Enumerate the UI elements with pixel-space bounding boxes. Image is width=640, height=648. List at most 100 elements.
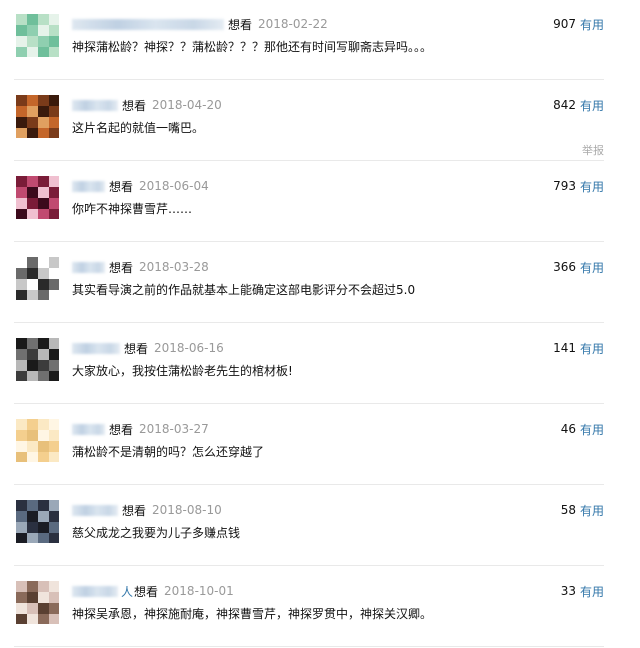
vote-area: 907 有用 <box>553 16 604 32</box>
avatar-pixel <box>38 360 49 371</box>
useful-button[interactable]: 有用 <box>580 583 604 600</box>
username-blurred[interactable] <box>72 18 224 30</box>
avatar-pixel <box>16 36 27 47</box>
avatar-pixel <box>38 430 49 441</box>
avatar-pixel <box>49 268 59 279</box>
avatar-pixel <box>49 128 59 138</box>
vote-count: 842 <box>553 98 576 112</box>
username-blurred[interactable] <box>72 180 105 192</box>
comment-text: 其实看导演之前的作品就基本上能确定这部电影评分不会超过5.0 <box>72 283 416 297</box>
comment-text: 慈父成龙之我要为儿子多赚点钱 <box>72 526 241 540</box>
username-blurred[interactable] <box>72 504 118 516</box>
avatar-pixel <box>38 47 49 57</box>
user-avatar[interactable] <box>16 257 59 300</box>
comment-text: 神探吴承恩，神探施耐庵，神探曹雪芹，神探罗贯中，神探关汉卿。 <box>72 607 433 621</box>
user-avatar[interactable] <box>16 500 59 543</box>
user-avatar[interactable] <box>16 419 59 462</box>
comment-item: 想看 2018-08-10 慈父成龙之我要为儿子多赚点钱 58 有用 <box>0 486 640 567</box>
avatar-pixel <box>38 371 49 381</box>
avatar-pixel <box>16 614 27 624</box>
comment-divider <box>14 160 604 161</box>
avatar-pixel <box>38 338 49 349</box>
avatar-pixel <box>49 614 59 624</box>
avatar-pixel <box>38 581 49 592</box>
comment-item: 想看 2018-03-27 蒲松龄不是清朝的吗？怎么还穿越了 46 有用 <box>0 405 640 486</box>
username-blurred[interactable] <box>72 423 105 435</box>
comment-meta: 想看 2018-02-22 <box>72 16 328 32</box>
useful-button[interactable]: 有用 <box>580 502 604 519</box>
username-blurred[interactable] <box>72 342 120 354</box>
avatar-pixel <box>27 14 38 25</box>
vote-area: 58 有用 <box>561 502 604 518</box>
comment-item: 想看 2018-03-28 其实看导演之前的作品就基本上能确定这部电影评分不会超… <box>0 243 640 324</box>
avatar-pixel <box>16 511 27 522</box>
username-tail[interactable]: 人 <box>121 583 133 600</box>
comment-text: 蒲松龄不是清朝的吗？怎么还穿越了 <box>72 445 265 459</box>
useful-button[interactable]: 有用 <box>580 340 604 357</box>
avatar-pixel <box>49 95 59 106</box>
comment-date: 2018-03-28 <box>139 260 209 274</box>
avatar-pixel <box>38 592 49 603</box>
comment-item: 想看 2018-02-22 神探蒲松龄？神探？？蒲松龄？？？那他还有时间写聊斋志… <box>0 0 640 81</box>
avatar-pixel <box>27 371 38 381</box>
useful-button[interactable]: 有用 <box>580 178 604 195</box>
user-avatar[interactable] <box>16 14 59 57</box>
avatar-pixel <box>49 581 59 592</box>
user-avatar[interactable] <box>16 95 59 138</box>
avatar-pixel <box>27 338 38 349</box>
avatar-pixel <box>27 106 38 117</box>
avatar-pixel <box>27 268 38 279</box>
rating-status: 想看 <box>134 584 159 599</box>
avatar-pixel <box>49 500 59 511</box>
vote-area: 33 有用 <box>561 583 604 599</box>
report-link[interactable]: 举报 <box>582 142 604 158</box>
user-avatar[interactable] <box>16 338 59 381</box>
username-blurred[interactable] <box>72 261 105 273</box>
avatar-pixel <box>38 603 49 614</box>
avatar-pixel <box>16 419 27 430</box>
avatar-pixel <box>49 176 59 187</box>
avatar-pixel <box>27 603 38 614</box>
vote-count: 33 <box>560 584 576 598</box>
username-blurred[interactable] <box>72 99 118 111</box>
avatar-pixel <box>38 268 49 279</box>
comment-divider <box>14 79 604 80</box>
avatar-pixel <box>27 522 38 533</box>
comment-divider <box>14 484 604 485</box>
avatar-pixel <box>49 371 59 381</box>
comment-text: 你咋不神探曹雪芹…… <box>72 202 193 216</box>
useful-button[interactable]: 有用 <box>580 259 604 276</box>
avatar-pixel <box>16 198 27 209</box>
comment-text: 神探蒲松龄？神探？？蒲松龄？？？那他还有时间写聊斋志异吗。。。 <box>72 40 433 54</box>
avatar-pixel <box>27 452 38 462</box>
useful-button[interactable]: 有用 <box>580 421 604 438</box>
avatar-pixel <box>27 500 38 511</box>
comment-meta: 人 想看 2018-10-01 <box>72 583 234 599</box>
avatar-pixel <box>49 279 59 290</box>
avatar-pixel <box>16 349 27 360</box>
comment-divider <box>14 241 604 242</box>
comment-item: 想看 2018-06-16 大家放心，我按住蒲松龄老先生的棺材板! 141 有用 <box>0 324 640 405</box>
avatar-pixel <box>38 209 49 219</box>
avatar-pixel <box>38 198 49 209</box>
comment-date: 2018-02-22 <box>258 17 328 31</box>
avatar-pixel <box>49 419 59 430</box>
avatar-pixel <box>38 500 49 511</box>
avatar-pixel <box>16 592 27 603</box>
comment-meta: 想看 2018-03-27 <box>72 421 209 437</box>
avatar-pixel <box>16 581 27 592</box>
avatar-pixel <box>38 257 49 268</box>
avatar-pixel <box>49 36 59 47</box>
useful-button[interactable]: 有用 <box>580 16 604 33</box>
avatar-pixel <box>27 533 38 543</box>
avatar-pixel <box>38 14 49 25</box>
useful-button[interactable]: 有用 <box>580 97 604 114</box>
avatar-pixel <box>16 279 27 290</box>
user-avatar[interactable] <box>16 176 59 219</box>
user-avatar[interactable] <box>16 581 59 624</box>
avatar-pixel <box>38 176 49 187</box>
avatar-pixel <box>49 25 59 36</box>
avatar-pixel <box>49 349 59 360</box>
username-blurred[interactable] <box>72 585 118 597</box>
avatar-pixel <box>27 209 38 219</box>
